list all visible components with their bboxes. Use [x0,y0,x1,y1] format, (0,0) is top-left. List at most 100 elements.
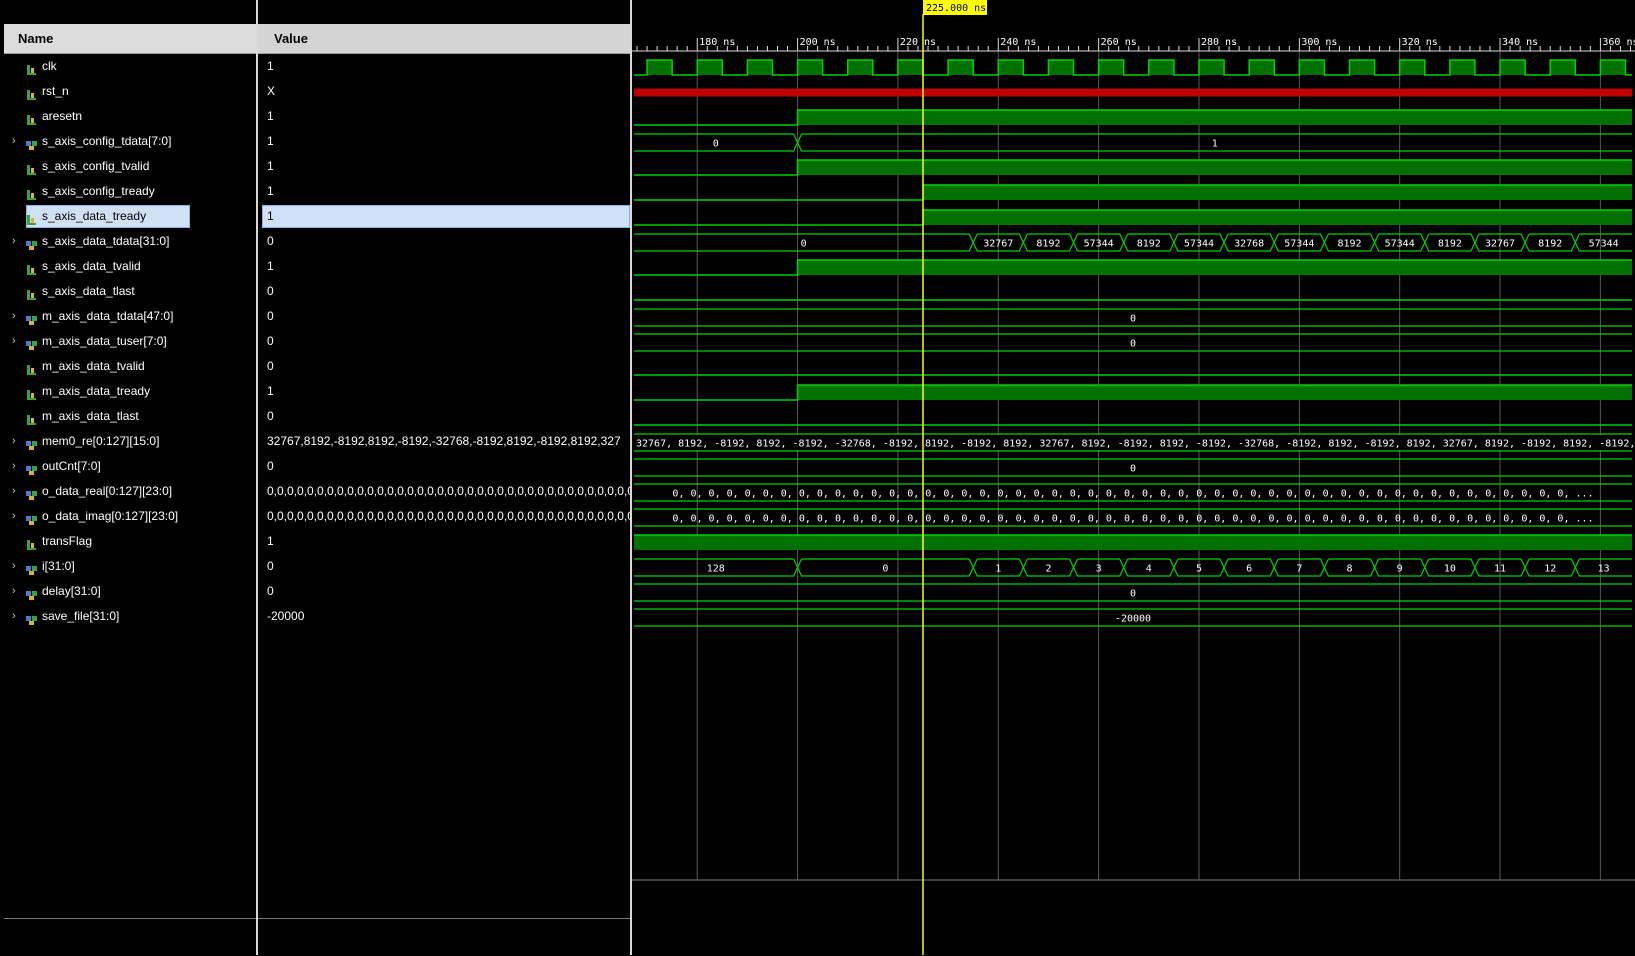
signal-value-row[interactable]: 0 [258,404,630,429]
signal-name: mem0_re[0:127][15:0] [42,434,160,448]
signal-row[interactable]: s_axis_data_tlast [0,279,256,304]
signal-row[interactable]: › s_axis_data_tdata[31:0] [0,229,256,254]
time-cursor-label: 225.000 ns [926,3,986,14]
signal-value: 1 [267,534,274,548]
name-column-header[interactable]: Name [4,24,256,54]
bus-value-label: 0 [1130,464,1136,475]
signal-value: 0 [267,559,274,573]
signal-value-row[interactable]: 0 [258,279,630,304]
signal-name: outCnt[7:0] [42,459,101,473]
signal-value-row[interactable]: 1 [258,104,630,129]
signal-value-row[interactable]: 0,0,0,0,0,0,0,0,0,0,0,0,0,0,0,0,0,0,0,0,… [258,504,630,529]
bus-value-label: 2 [1045,564,1051,575]
signal-value-row[interactable]: 1 [258,54,630,79]
signal-row[interactable]: m_axis_data_tlast [0,404,256,429]
signal-value-row[interactable]: 1 [258,204,630,229]
bus-signal-icon [26,435,38,450]
expand-chevron-icon[interactable]: › [12,429,22,454]
signal-name: s_axis_data_tdata[31:0] [42,234,170,248]
signal-value-row[interactable]: 1 [258,129,630,154]
signal-row[interactable]: › o_data_imag[0:127][23:0] [0,504,256,529]
signal-name: m_axis_data_tready [42,384,151,398]
clock-high-fill [1198,60,1225,75]
signal-value-row[interactable]: 0 [258,304,630,329]
signal-value-row[interactable]: 1 [258,154,630,179]
signal-value-row[interactable]: 0,0,0,0,0,0,0,0,0,0,0,0,0,0,0,0,0,0,0,0,… [258,479,630,504]
signal-value-row[interactable]: 0 [258,579,630,604]
signal-row[interactable]: s_axis_config_tready [0,179,256,204]
signal-value-row[interactable]: 1 [258,379,630,404]
expand-chevron-icon[interactable]: › [12,579,22,604]
expand-chevron-icon[interactable]: › [12,504,22,529]
signal-value-row[interactable]: 0 [258,329,630,354]
signal-value-row[interactable]: 32767,8192,-8192,8192,-8192,-32768,-8192… [258,429,630,454]
signal-value-row[interactable]: X [258,79,630,104]
waveform-svg[interactable]: 180 ns 200 ns 220 ns 240 ns 260 ns 280 ns 300 … [632,0,1635,955]
expand-chevron-icon[interactable]: › [12,604,22,629]
signal-value-row[interactable]: 0 [258,454,630,479]
signal-row[interactable]: s_axis_data_tready [0,204,256,229]
signal-row[interactable]: aresetn [0,104,256,129]
bus-value-label: 9 [1397,564,1403,575]
signal-value-row[interactable]: 1 [258,529,630,554]
signal-row[interactable]: › o_data_real[0:127][23:0] [0,479,256,504]
signal-name: m_axis_data_tdata[47:0] [42,309,174,323]
signal-value: 1 [267,259,274,273]
bit-signal-icon [26,160,38,175]
bus-signal-icon [26,485,38,500]
signal-row[interactable]: › m_axis_data_tuser[7:0] [0,329,256,354]
signal-row[interactable]: › delay[31:0] [0,579,256,604]
value-column-header[interactable]: Value [258,24,630,54]
signal-row[interactable]: clk [0,54,256,79]
bus-value-label: 4 [1146,564,1152,575]
bus-value-label: 0 [1130,589,1136,600]
clock-high-fill [1249,60,1275,75]
expand-chevron-icon[interactable]: › [12,454,22,479]
waveform-canvas[interactable]: 180 ns 200 ns 220 ns 240 ns 260 ns 280 ns 300 … [632,0,1635,955]
bus-value-label: 1 [1212,139,1218,150]
signal-row[interactable]: › mem0_re[0:127][15:0] [0,429,256,454]
bus-value-label: 11 [1494,564,1506,575]
bit-signal-icon [26,260,38,275]
signal-value-row[interactable]: 1 [258,179,630,204]
signal-row[interactable]: s_axis_data_tvalid [0,254,256,279]
signal-row[interactable]: › s_axis_config_tdata[7:0] [0,129,256,154]
bus-value-label: 8192 [1337,239,1361,250]
bus-value-label: 0 [1130,339,1136,350]
bus-value-label: 12 [1544,564,1556,575]
signal-row[interactable]: m_axis_data_tready [0,379,256,404]
bus-value-label: 0 [713,139,719,150]
expand-chevron-icon[interactable]: › [12,229,22,254]
signal-row[interactable]: rst_n [0,79,256,104]
expand-chevron-icon[interactable]: › [12,329,22,354]
signal-value-row[interactable]: 1 [258,254,630,279]
signal-row[interactable]: › i[31:0] [0,554,256,579]
expand-chevron-icon[interactable]: › [12,304,22,329]
expand-chevron-icon[interactable]: › [12,479,22,504]
expand-chevron-icon[interactable]: › [12,554,22,579]
bus-value-label: 10 [1444,564,1456,575]
signal-name: s_axis_config_tvalid [42,159,150,173]
name-panel-footer [4,918,256,956]
bus-value-label: 32767 [983,239,1013,250]
signal-value-row[interactable]: 0 [258,354,630,379]
signal-row[interactable]: s_axis_config_tvalid [0,154,256,179]
clock-high-fill [1600,60,1626,75]
signal-value-row[interactable]: 0 [258,554,630,579]
signal-value-row[interactable]: -20000 [258,604,630,629]
selection-highlight [262,205,630,228]
clock-high-fill [1048,60,1074,75]
bit-signal-icon [26,85,38,100]
signal-value-row[interactable]: 0 [258,229,630,254]
time-tick-label: 220 ns [900,37,936,48]
signal-row[interactable]: m_axis_data_tvalid [0,354,256,379]
bus-signal-icon [26,560,38,575]
signal-value: 0,0,0,0,0,0,0,0,0,0,0,0,0,0,0,0,0,0,0,0,… [267,509,630,523]
bus-value-label: 3 [1096,564,1102,575]
signal-row[interactable]: transFlag [0,529,256,554]
bus-signal-icon [26,510,38,525]
expand-chevron-icon[interactable]: › [12,129,22,154]
signal-row[interactable]: › outCnt[7:0] [0,454,256,479]
signal-row[interactable]: › save_file[31:0] [0,604,256,629]
signal-row[interactable]: › m_axis_data_tdata[47:0] [0,304,256,329]
